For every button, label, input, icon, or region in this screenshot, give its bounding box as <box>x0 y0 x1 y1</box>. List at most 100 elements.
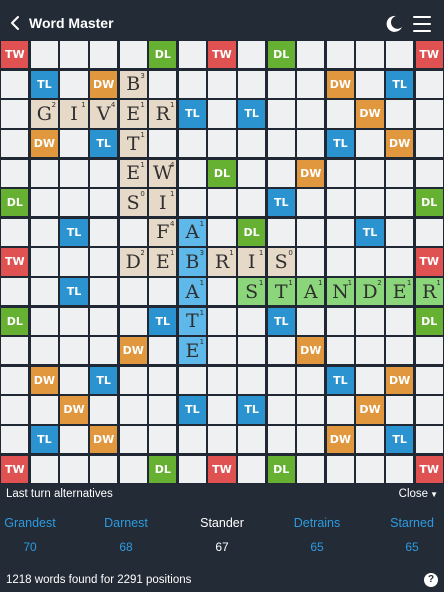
premium-square[interactable]: TL <box>89 366 118 395</box>
premium-square[interactable]: TL <box>30 425 59 454</box>
board-square[interactable] <box>60 366 88 395</box>
board-square[interactable] <box>297 366 325 395</box>
board-square[interactable] <box>237 337 266 365</box>
board-square[interactable] <box>208 425 236 454</box>
board-square[interactable] <box>178 41 207 69</box>
board-square[interactable] <box>30 396 59 424</box>
board-square[interactable] <box>237 425 266 454</box>
moon-icon[interactable] <box>384 14 406 36</box>
close-button[interactable]: Close ▼ <box>399 488 438 500</box>
board-square[interactable] <box>1 366 29 395</box>
premium-square[interactable]: TL <box>385 425 414 454</box>
board-square[interactable] <box>237 307 266 335</box>
board-square[interactable] <box>297 425 325 454</box>
board-square[interactable] <box>267 70 295 99</box>
board-tile[interactable]: A1 <box>178 277 207 306</box>
board-square[interactable] <box>1 218 29 247</box>
board-square[interactable] <box>208 277 236 306</box>
board-tile[interactable]: I1 <box>60 100 88 128</box>
board-square[interactable] <box>1 159 29 187</box>
board-square[interactable] <box>60 248 88 276</box>
board-square[interactable] <box>1 70 29 99</box>
board-square[interactable] <box>237 366 266 395</box>
board-square[interactable] <box>356 366 384 395</box>
board-square[interactable] <box>326 396 355 424</box>
premium-square[interactable]: TL <box>326 129 355 158</box>
board-square[interactable] <box>30 248 59 276</box>
board-square[interactable] <box>237 129 266 158</box>
board-square[interactable] <box>89 337 118 365</box>
board-tile[interactable]: D2 <box>119 248 147 276</box>
board-square[interactable] <box>415 100 443 128</box>
board-square[interactable] <box>326 337 355 365</box>
board-square[interactable] <box>30 307 59 335</box>
board-square[interactable] <box>60 189 88 217</box>
board-square[interactable] <box>30 337 59 365</box>
premium-square[interactable]: TL <box>178 396 207 424</box>
premium-square[interactable]: DL <box>1 307 29 335</box>
board-tile[interactable]: W4 <box>149 159 177 187</box>
premium-square[interactable]: DW <box>385 129 414 158</box>
board-square[interactable] <box>326 248 355 276</box>
board-square[interactable] <box>149 70 177 99</box>
board-tile[interactable]: E1 <box>149 248 177 276</box>
premium-square[interactable]: DW <box>60 396 88 424</box>
board-square[interactable] <box>297 100 325 128</box>
board-square[interactable] <box>297 189 325 217</box>
alternative-item[interactable]: Grandest 70 <box>0 516 70 554</box>
board-square[interactable] <box>149 277 177 306</box>
premium-square[interactable]: TL <box>60 218 88 247</box>
chevron-left-icon[interactable] <box>6 12 26 36</box>
premium-square[interactable]: TW <box>415 248 443 276</box>
board-square[interactable] <box>178 189 207 217</box>
premium-square[interactable]: DW <box>356 100 384 128</box>
board-tile[interactable]: D2 <box>356 277 384 306</box>
board-square[interactable] <box>267 159 295 187</box>
board-square[interactable] <box>415 70 443 99</box>
help-icon[interactable]: ? <box>424 573 438 587</box>
board-square[interactable] <box>297 307 325 335</box>
board-square[interactable] <box>385 307 414 335</box>
board-square[interactable] <box>297 248 325 276</box>
alternative-item[interactable]: Detrains 65 <box>277 516 357 554</box>
board-tile[interactable]: S0 <box>119 189 147 217</box>
board-square[interactable] <box>149 396 177 424</box>
board-tile[interactable]: R1 <box>208 248 236 276</box>
board-square[interactable] <box>149 425 177 454</box>
board-tile[interactable]: S0 <box>267 248 295 276</box>
board-square[interactable] <box>415 425 443 454</box>
board-square[interactable] <box>415 159 443 187</box>
board-square[interactable] <box>385 189 414 217</box>
board-tile[interactable]: T1 <box>178 307 207 335</box>
board-tile[interactable]: T1 <box>267 277 295 306</box>
premium-square[interactable]: DW <box>326 70 355 99</box>
board-square[interactable] <box>30 218 59 247</box>
premium-square[interactable]: TW <box>1 455 29 483</box>
board-square[interactable] <box>297 129 325 158</box>
board-square[interactable] <box>415 337 443 365</box>
board-square[interactable] <box>60 159 88 187</box>
premium-square[interactable]: TW <box>1 248 29 276</box>
premium-square[interactable]: DW <box>385 366 414 395</box>
board-square[interactable] <box>149 366 177 395</box>
board-square[interactable] <box>89 41 118 69</box>
premium-square[interactable]: TW <box>208 41 236 69</box>
board-square[interactable] <box>60 455 88 483</box>
board-square[interactable] <box>89 396 118 424</box>
board-square[interactable] <box>415 129 443 158</box>
board-square[interactable] <box>30 189 59 217</box>
board-tile[interactable]: B3 <box>178 248 207 276</box>
board-square[interactable] <box>267 129 295 158</box>
premium-square[interactable]: TL <box>60 277 88 306</box>
board-square[interactable] <box>267 366 295 395</box>
board-square[interactable] <box>415 366 443 395</box>
board-tile[interactable]: F4 <box>149 218 177 247</box>
board-square[interactable] <box>178 129 207 158</box>
board-tile[interactable]: R1 <box>415 277 443 306</box>
board-square[interactable] <box>297 41 325 69</box>
board-square[interactable] <box>89 455 118 483</box>
premium-square[interactable]: DW <box>326 425 355 454</box>
board-tile[interactable]: E1 <box>119 100 147 128</box>
board-square[interactable] <box>89 277 118 306</box>
board-square[interactable] <box>60 41 88 69</box>
